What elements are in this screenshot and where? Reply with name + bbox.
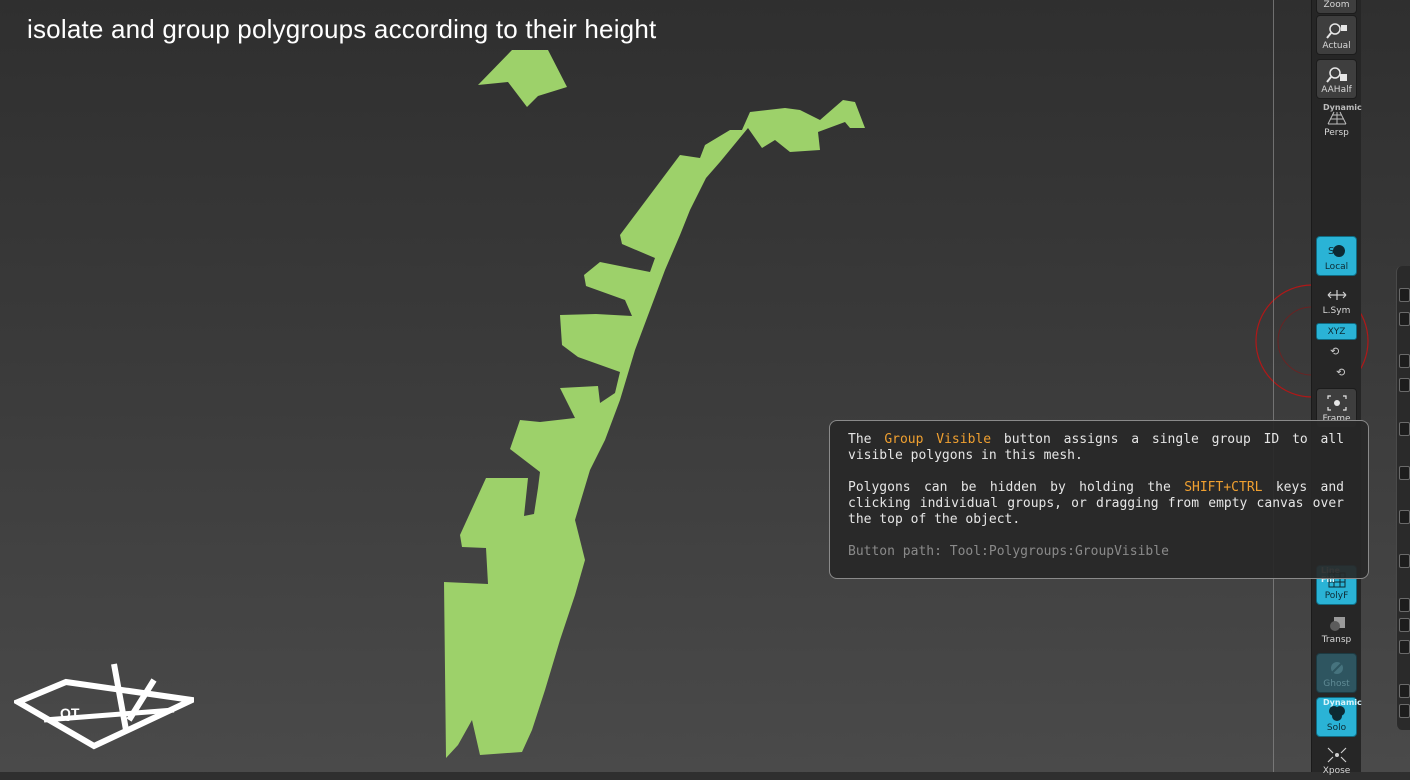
tray-nub[interactable] xyxy=(1399,640,1410,654)
tooltip-text: The xyxy=(848,432,872,447)
zoom-button[interactable]: Zoom xyxy=(1316,0,1357,14)
z-rotate-icon[interactable]: ⟲ xyxy=(1336,366,1345,379)
tray-nub[interactable] xyxy=(1399,354,1410,368)
solo-button[interactable]: Dynamic Solo xyxy=(1316,697,1362,737)
mesh-piece-small xyxy=(478,50,567,107)
green-mesh xyxy=(444,50,865,758)
polyf-label: PolyF xyxy=(1324,591,1349,601)
tray-nub[interactable] xyxy=(1399,598,1410,612)
transp-button[interactable]: Transp xyxy=(1316,609,1357,649)
transp-label: Transp xyxy=(1321,635,1352,645)
tray-nub[interactable] xyxy=(1399,684,1410,698)
tray-nub[interactable] xyxy=(1399,288,1410,302)
xyz-rotate-button[interactable]: XYZ xyxy=(1316,323,1357,340)
mesh-pier-main xyxy=(444,100,865,758)
lsym-button[interactable]: L.Sym xyxy=(1316,280,1357,320)
local-button[interactable]: S Local xyxy=(1316,236,1357,276)
ghost-button[interactable]: Ghost xyxy=(1316,653,1357,693)
xpose-arrows-icon xyxy=(1327,747,1346,763)
tray-nub[interactable] xyxy=(1399,618,1410,632)
right-shelf: Zoom Actual AAHalf Dynamic Persp S Local… xyxy=(1311,0,1362,776)
ghost-label: Ghost xyxy=(1323,679,1350,689)
tray-nub[interactable] xyxy=(1399,378,1410,392)
viewport-canvas[interactable] xyxy=(0,0,1410,772)
frame-corners-icon xyxy=(1326,395,1347,411)
tooltip-button-path: Button path: Tool:Polygroups:GroupVisibl… xyxy=(848,544,1169,559)
tray-nub[interactable] xyxy=(1399,312,1410,326)
persp-label: Persp xyxy=(1324,128,1349,138)
svg-text:QT: QT xyxy=(60,705,80,721)
qt-logo: QT xyxy=(14,663,194,750)
svg-text:S: S xyxy=(1328,246,1334,257)
zoom-label: Zoom xyxy=(1323,0,1350,10)
local-label: Local xyxy=(1324,262,1349,272)
lsym-label: L.Sym xyxy=(1322,306,1351,316)
magnifier-icon xyxy=(1325,67,1347,83)
symmetry-arrows-icon xyxy=(1327,290,1346,300)
aahalf-button[interactable]: AAHalf xyxy=(1316,59,1357,99)
tray-nub[interactable] xyxy=(1399,510,1410,524)
y-rotate-icon[interactable]: ⟲ xyxy=(1330,345,1339,358)
transparency-icon xyxy=(1329,617,1345,631)
tray-nub[interactable] xyxy=(1399,554,1410,568)
right-tray-tab[interactable] xyxy=(1396,266,1410,730)
local-transform-icon: S xyxy=(1328,245,1345,257)
solo-dynamic-label: Dynamic xyxy=(1323,698,1362,707)
xpose-button[interactable]: Xpose xyxy=(1316,740,1357,780)
group-visible-tooltip: The Group Visible button assigns a singl… xyxy=(829,420,1369,579)
ghost-icon xyxy=(1329,661,1344,675)
aahalf-label: AAHalf xyxy=(1321,85,1352,95)
solo-label: Solo xyxy=(1326,723,1347,733)
xpose-label: Xpose xyxy=(1322,766,1351,776)
tooltip-paragraph-1: The Group Visible button assigns a singl… xyxy=(848,432,1344,464)
tray-nub[interactable] xyxy=(1399,422,1410,436)
tooltip-highlight: SHIFT+CTRL xyxy=(1184,480,1263,495)
tray-nub[interactable] xyxy=(1399,704,1410,718)
magnifier-icon xyxy=(1325,23,1347,39)
tray-nub[interactable] xyxy=(1399,466,1410,480)
persp-button[interactable]: Dynamic Persp xyxy=(1316,102,1362,142)
xyz-label: XYZ xyxy=(1327,326,1346,337)
viewport-guide-line xyxy=(1273,0,1274,772)
actual-button[interactable]: Actual xyxy=(1316,15,1357,55)
tooltip-paragraph-2: Polygons can be hidden by holding the SH… xyxy=(848,480,1344,528)
tooltip-text: Polygons can be hidden by holding the xyxy=(848,480,1171,495)
tooltip-highlight: Group Visible xyxy=(884,432,992,447)
actual-label: Actual xyxy=(1322,41,1351,51)
persp-dynamic-label: Dynamic xyxy=(1323,103,1362,112)
